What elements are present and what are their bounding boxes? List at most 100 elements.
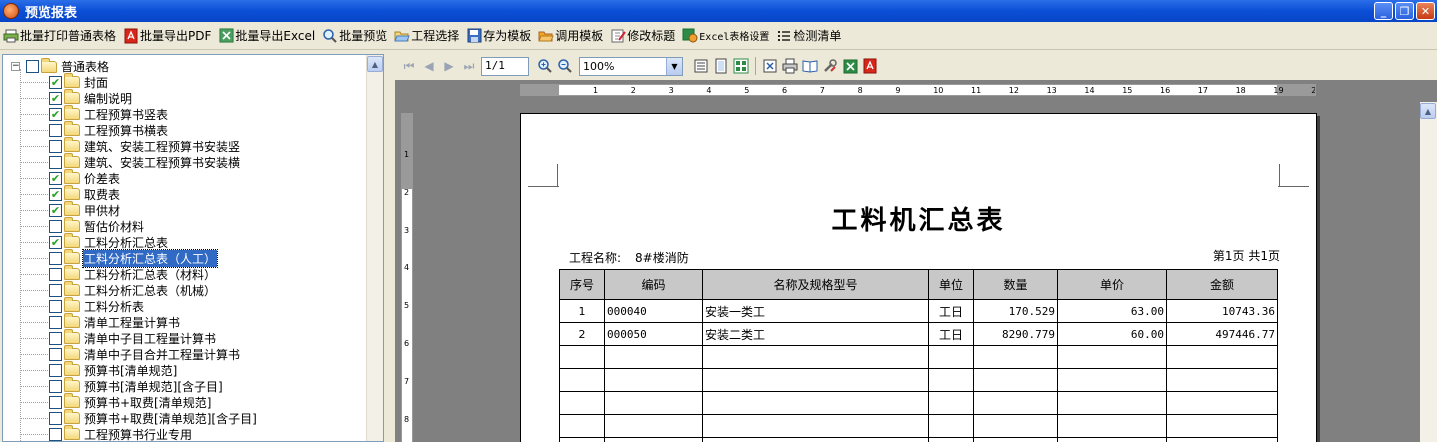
col-header-name: 名称及规格型号 (702, 269, 929, 300)
tree-scrollbar[interactable]: ▲ (366, 55, 383, 441)
tree-item[interactable]: ✔ 取费表 (3, 185, 363, 202)
tree-item[interactable]: 工程预算书横表 (3, 121, 363, 138)
page-setup-icon[interactable] (691, 56, 711, 76)
scroll-up-icon[interactable]: ▲ (1420, 103, 1436, 119)
tree-item[interactable]: 建筑、安装工程预算书安装竖 (3, 137, 363, 154)
folder-icon (64, 217, 80, 232)
checkbox[interactable] (49, 315, 62, 329)
checkbox[interactable] (49, 347, 62, 361)
next-page-icon[interactable]: ▶ (439, 56, 459, 76)
last-page-icon[interactable]: ⏭ (459, 56, 479, 76)
tree-item[interactable]: 清单中子目工程量计算书 (3, 329, 363, 346)
checkbox[interactable] (49, 155, 62, 169)
checkbox[interactable] (49, 219, 62, 233)
batch-print-button[interactable]: 批量打印普通表格 (3, 27, 116, 44)
project-value: 8#楼消防 (635, 251, 689, 265)
tree-item[interactable]: ✔ 工料分析汇总表 (3, 233, 363, 250)
close-button[interactable]: ✕ (1416, 2, 1435, 20)
table-header-row: 序号 编码 名称及规格型号 单位 数量 单价 金额 (559, 269, 1278, 300)
collapse-icon[interactable]: − (11, 62, 20, 71)
checkbox[interactable] (49, 363, 62, 377)
checkbox[interactable] (49, 267, 62, 281)
tree-item[interactable]: ✔ 封面 (3, 73, 363, 90)
tree-item[interactable]: 预算书[清单规范] (3, 361, 363, 378)
checkbox[interactable] (49, 379, 62, 393)
checkbox-checked[interactable]: ✔ (49, 91, 62, 105)
tree-item[interactable]: 清单工程量计算书 (3, 313, 363, 330)
scroll-up-icon[interactable]: ▲ (367, 56, 383, 72)
tree-item-label: 工程预算书竖表 (84, 107, 169, 122)
preview-scrollbar[interactable]: ▲ (1420, 102, 1437, 442)
checkbox-checked[interactable]: ✔ (49, 75, 62, 89)
tree-item[interactable]: ✔ 价差表 (3, 169, 363, 186)
single-page-icon[interactable] (711, 56, 731, 76)
empty-cell (973, 391, 1058, 415)
checkbox-checked[interactable]: ✔ (49, 203, 62, 217)
tree-item[interactable]: 工料分析汇总表（机械） (3, 281, 363, 298)
minimize-button[interactable]: _ (1374, 2, 1393, 20)
tree-item[interactable]: 工料分析表 (3, 297, 363, 314)
tree-item[interactable]: 暂估价材料 (3, 217, 363, 234)
save-template-button[interactable]: 存为模板 (466, 27, 531, 44)
tree-root-node[interactable]: − 普通表格 (11, 57, 110, 75)
ruler-number: 6 (404, 339, 410, 348)
checkbox-checked[interactable]: ✔ (49, 187, 62, 201)
table-row-empty (559, 391, 1278, 415)
first-page-icon[interactable]: ⏮ (399, 56, 419, 76)
checkbox[interactable] (49, 411, 62, 425)
pdf-icon (123, 28, 139, 44)
tree-item[interactable]: ✔ 工程预算书竖表 (3, 105, 363, 122)
book-icon[interactable] (800, 56, 820, 76)
tree-item[interactable]: 预算书+取费[清单规范] (3, 393, 363, 410)
prev-page-icon[interactable]: ◀ (419, 56, 439, 76)
checkbox-checked[interactable]: ✔ (49, 171, 62, 185)
page-number-input[interactable]: 1/1 (481, 56, 529, 76)
checkbox[interactable] (49, 123, 62, 137)
checkbox[interactable] (49, 427, 62, 441)
tree-item[interactable]: 工料分析汇总表（材料） (3, 265, 363, 282)
panel-splitter[interactable] (385, 54, 393, 442)
multi-page-icon[interactable] (731, 56, 751, 76)
batch-export-excel-button[interactable]: 批量导出Excel (218, 27, 315, 44)
excel-settings-button[interactable]: Excel表格设置 (682, 28, 769, 44)
batch-preview-button[interactable]: 批量预览 (322, 27, 387, 44)
checkbox[interactable] (49, 331, 62, 345)
tree-item[interactable]: ✔ 甲供材 (3, 201, 363, 218)
edit-title-button[interactable]: 修改标题 (610, 27, 675, 44)
checkbox[interactable] (49, 251, 62, 265)
checkbox[interactable] (49, 395, 62, 409)
empty-cell (604, 391, 703, 415)
export-excel-icon[interactable] (840, 56, 860, 76)
tree-item[interactable]: 建筑、安装工程预算书安装横 (3, 153, 363, 170)
project-select-button[interactable]: 工程选择 (394, 27, 459, 44)
checkbox-checked[interactable]: ✔ (49, 235, 62, 249)
folder-icon (64, 409, 80, 424)
printer-icon (3, 28, 19, 44)
tree-item[interactable]: ✔ 编制说明 (3, 89, 363, 106)
tree-item[interactable]: 工料分析汇总表（人工） (3, 248, 363, 268)
checkbox[interactable] (49, 139, 62, 153)
cell-index: 2 (559, 322, 605, 346)
tree-item[interactable]: 工程预算书行业专用 (3, 425, 363, 441)
zoom-out-icon[interactable] (555, 56, 575, 76)
empty-cell (702, 391, 929, 415)
print-icon[interactable] (780, 56, 800, 76)
tools-icon[interactable] (820, 56, 840, 76)
export-pdf-icon[interactable] (860, 56, 880, 76)
tree-item[interactable]: 预算书[清单规范][含子目] (3, 377, 363, 394)
folder-icon (64, 233, 80, 248)
restore-button[interactable]: ❐ (1395, 2, 1414, 20)
load-template-button[interactable]: 调用模板 (538, 27, 603, 44)
tree-item[interactable]: 清单中子目合并工程量计算书 (3, 345, 363, 362)
zoom-select[interactable]: 100% ▼ (579, 56, 683, 76)
checkbox-checked[interactable]: ✔ (49, 107, 62, 121)
checkbox[interactable] (26, 60, 39, 73)
tree-item[interactable]: 预算书+取费[清单规范][含子目] (3, 409, 363, 426)
checkbox[interactable] (49, 283, 62, 297)
zoom-in-icon[interactable] (535, 56, 555, 76)
batch-export-pdf-button[interactable]: 批量导出PDF (123, 27, 211, 44)
close-preview-icon[interactable] (760, 56, 780, 76)
chevron-down-icon[interactable]: ▼ (666, 57, 682, 75)
check-list-button[interactable]: 检测清单 (776, 27, 841, 44)
checkbox[interactable] (49, 299, 62, 313)
